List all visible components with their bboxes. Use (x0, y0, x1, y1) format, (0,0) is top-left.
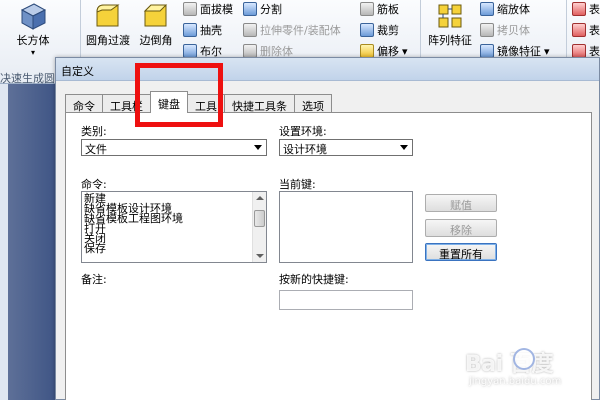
chamfer-button[interactable]: 边倒角 (136, 2, 176, 48)
fillet-label: 圆角过渡 (86, 34, 130, 47)
rib-icon (360, 2, 374, 16)
shell-button[interactable]: 抽壳 (183, 22, 222, 38)
chevron-up-icon[interactable] (256, 196, 264, 200)
category-select[interactable]: 文件 (81, 139, 267, 156)
copy-body-label: 拷贝体 (497, 24, 530, 37)
list-item[interactable]: 关闭 (82, 233, 266, 244)
chevron-down-icon (400, 145, 408, 150)
cut-icon (360, 23, 374, 37)
baidu-watermark: Bai 百度 jingyan.baidu.com (455, 343, 595, 395)
more-button-1[interactable]: 表 (572, 1, 600, 17)
stretch-part-icon (243, 23, 257, 37)
scrollbar-thumb[interactable] (254, 210, 265, 227)
table-icon (572, 2, 586, 16)
new-shortcut-label: 按新的快捷键: (279, 273, 349, 286)
rib-button[interactable]: 筋板 (360, 1, 399, 17)
chamfer-label: 边倒角 (139, 34, 173, 47)
table-icon (572, 23, 586, 37)
list-item[interactable]: 打开 (82, 223, 266, 234)
cut-button[interactable]: 裁剪 (360, 22, 399, 38)
category-label: 类别: (81, 125, 107, 138)
stretch-part-label: 拉伸零件/装配体 (260, 24, 341, 37)
paw-logo-icon (513, 348, 535, 370)
command-listbox[interactable]: 新建 缺省模板设计环境 缺省模板工程图环境 打开 关闭 保存 (81, 191, 267, 263)
shell-icon (183, 23, 197, 37)
scale-body-button[interactable]: 缩放体 (480, 1, 530, 17)
tab-options[interactable]: 选项 (294, 94, 332, 113)
design-workspace[interactable] (0, 84, 56, 400)
stretch-part-button[interactable]: 拉伸零件/装配体 (243, 22, 341, 38)
delete-body-icon (243, 44, 257, 58)
mirror-icon (480, 44, 494, 58)
scale-body-icon (480, 2, 494, 16)
copy-body-button[interactable]: 拷贝体 (480, 22, 530, 38)
workspace-pane (0, 84, 56, 400)
pattern-icon (438, 4, 462, 28)
red-highlight-box (135, 63, 223, 127)
remove-button[interactable]: 移除 (425, 219, 497, 237)
chevron-down-icon: ▾ (402, 44, 408, 58)
category-value: 文件 (85, 143, 107, 156)
split-button[interactable]: 分割 (243, 1, 282, 17)
env-label: 设置环境: (279, 125, 327, 138)
new-shortcut-input[interactable] (279, 290, 413, 310)
chamfer-icon (143, 4, 168, 27)
more-label-1: 表 (589, 3, 600, 16)
fillet-button[interactable]: 圆角过渡 (82, 2, 134, 48)
tab-quick-toolbar[interactable]: 快捷工具条 (224, 94, 295, 113)
cut-label: 裁剪 (377, 24, 399, 37)
command-label: 命令: (81, 178, 107, 191)
split-icon (243, 2, 257, 16)
table-icon (572, 44, 586, 58)
shell-label: 抽壳 (200, 24, 222, 37)
copy-body-icon (480, 23, 494, 37)
more-label-2: 表 (589, 24, 600, 37)
watermark-sub: jingyan.baidu.com (469, 376, 562, 387)
pattern-button[interactable]: 阵列特征 (425, 2, 475, 48)
command-scrollbar[interactable] (252, 192, 266, 262)
watermark-main: Bai 百度 (465, 352, 553, 377)
note-label: 备注: (81, 273, 107, 286)
current-key-label: 当前键: (279, 178, 316, 191)
face-draft-label: 面拔模 (200, 3, 233, 16)
more-button-2[interactable]: 表 (572, 22, 600, 38)
move-icon (360, 44, 374, 58)
list-item[interactable]: 保存 (82, 243, 266, 254)
list-item[interactable]: 缺省模板工程图环境 (82, 213, 266, 224)
scale-body-label: 缩放体 (497, 3, 530, 16)
chevron-down-icon (254, 145, 262, 150)
fillet-icon (96, 4, 120, 27)
split-label: 分割 (260, 3, 282, 16)
reset-all-button[interactable]: 重置所有 (425, 243, 497, 261)
rib-label: 筋板 (377, 3, 399, 16)
boolean-icon (183, 44, 197, 58)
chevron-down-icon: ▾ (544, 44, 550, 58)
cuboid-icon (20, 3, 47, 30)
tab-commands[interactable]: 命令 (65, 94, 103, 113)
chevron-down-icon: ▾ (30, 48, 35, 57)
current-key-listbox[interactable] (279, 191, 413, 263)
cuboid-label: 长方体 (16, 34, 50, 47)
face-draft-button[interactable]: 面拔模 (183, 1, 233, 17)
face-draft-icon (183, 2, 197, 16)
assign-button[interactable]: 赋值 (425, 194, 497, 212)
dialog-title: 自定义 (61, 65, 94, 78)
env-value: 设计环境 (283, 143, 327, 156)
env-select[interactable]: 设计环境 (279, 139, 413, 156)
chevron-down-icon[interactable] (256, 254, 264, 258)
cuboid-button[interactable]: 长方体 ▾ (14, 2, 52, 57)
pattern-label: 阵列特征 (428, 34, 472, 47)
